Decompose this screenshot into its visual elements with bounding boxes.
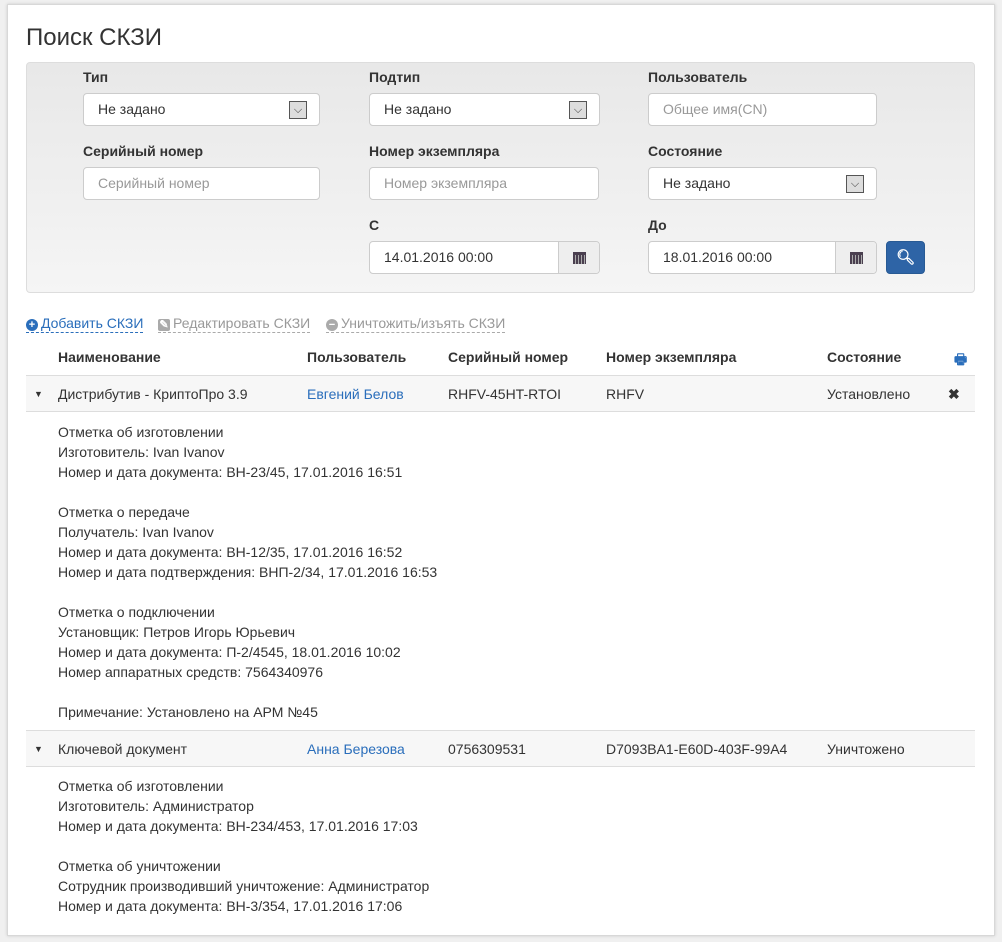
destroy-label: Уничтожить/изъять СКЗИ xyxy=(341,315,506,331)
detail-line: Номер и дата документа: ВН-234/453, 17.0… xyxy=(58,818,418,834)
detail-line: Получатель: Ivan Ivanov xyxy=(58,524,214,540)
chevron-down-icon: ⌵ xyxy=(846,175,864,193)
to-value: 18.01.2016 00:00 xyxy=(663,249,772,265)
header-name[interactable]: Наименование xyxy=(58,349,161,365)
type-select[interactable]: Не задано ⌵ xyxy=(83,93,320,126)
detail-line: Сотрудник производивший уничтожение: Адм… xyxy=(58,878,430,894)
detail-line: Изготовитель: Администратор xyxy=(58,798,254,814)
calendar-icon xyxy=(572,252,586,264)
detail-line: Отметка об изготовлении xyxy=(58,778,224,794)
edit-label: Редактировать СКЗИ xyxy=(173,315,311,331)
serial-label: Серийный номер xyxy=(83,143,204,159)
row-user-link[interactable]: Евгений Белов xyxy=(307,386,404,402)
subtype-label: Подтип xyxy=(369,69,421,85)
serial-placeholder: Серийный номер xyxy=(98,175,210,191)
detail-line: Примечание: Установлено на АРМ №45 xyxy=(58,704,318,720)
add-label: Добавить СКЗИ xyxy=(41,315,144,331)
to-label: До xyxy=(648,217,667,233)
from-date-input[interactable]: 14.01.2016 00:00 xyxy=(369,241,600,274)
calendar-icon xyxy=(849,252,863,264)
row-details: Отметка об изготовлении Изготовитель: Iva… xyxy=(58,422,437,722)
row-instance: D7093BA1-E60D-403F-99A4 xyxy=(606,741,788,757)
subtype-select[interactable]: Не задано ⌵ xyxy=(369,93,600,126)
row-state: Уничтожено xyxy=(827,741,905,757)
detail-line: Номер аппаратных средств: 7564340976 xyxy=(58,664,324,680)
add-button[interactable]: + Добавить СКЗИ xyxy=(26,315,144,333)
user-placeholder: Общее имя(CN) xyxy=(663,101,768,117)
state-value: Не задано xyxy=(663,175,731,191)
row-name: Ключевой документ xyxy=(58,741,188,757)
instance-input[interactable]: Номер экземпляра xyxy=(369,167,599,200)
state-label: Состояние xyxy=(648,143,723,159)
detail-line xyxy=(58,836,429,856)
serial-input[interactable]: Серийный номер xyxy=(83,167,320,200)
detail-line xyxy=(58,682,437,702)
print-icon[interactable]: 🖶︎ xyxy=(954,349,967,373)
caret-down-icon[interactable]: ▼ xyxy=(34,744,43,754)
table-row[interactable]: ▼ Дистрибутив - КриптоПро 3.9 Евгений Бе… xyxy=(26,375,975,412)
detail-line: Отметка о передаче xyxy=(58,504,190,520)
table-row[interactable]: ▼ Ключевой документ Анна Березова 075630… xyxy=(26,730,975,767)
row-name: Дистрибутив - КриптоПро 3.9 xyxy=(58,386,248,402)
state-select[interactable]: Не задано ⌵ xyxy=(648,167,877,200)
detail-line: Номер и дата документа: ВН-23/45, 17.01.… xyxy=(58,464,403,480)
destroy-button[interactable]: − Уничтожить/изъять СКЗИ xyxy=(326,315,506,333)
to-date-input[interactable]: 18.01.2016 00:00 xyxy=(648,241,877,274)
chevron-down-icon: ⌵ xyxy=(569,101,587,119)
minus-circle-icon: − xyxy=(326,319,338,331)
plus-circle-icon: + xyxy=(26,319,38,331)
search-button[interactable]: 🔍︎ xyxy=(886,241,925,274)
detail-line xyxy=(58,482,437,502)
row-details: Отметка об изготовлении Изготовитель: Адм… xyxy=(58,776,429,916)
from-value: 14.01.2016 00:00 xyxy=(384,249,493,265)
edit-button[interactable]: ✎ Редактировать СКЗИ xyxy=(158,315,311,333)
detail-line: Установщик: Петров Игорь Юрьевич xyxy=(58,624,296,640)
type-label: Тип xyxy=(83,69,109,85)
detail-line: Отметка об уничтожении xyxy=(58,858,221,874)
page-title: Поиск СКЗИ xyxy=(26,24,162,51)
from-label: С xyxy=(369,217,380,233)
row-user-link[interactable]: Анна Березова xyxy=(307,741,405,757)
type-value: Не задано xyxy=(98,101,166,117)
user-input[interactable]: Общее имя(CN) xyxy=(648,93,877,126)
row-state: Установлено xyxy=(827,386,911,402)
detail-line xyxy=(58,582,437,602)
search-icon: 🔍︎ xyxy=(895,249,916,266)
instance-label: Номер экземпляра xyxy=(369,143,500,159)
row-serial: 0756309531 xyxy=(448,741,526,757)
detail-line: Номер и дата документа: ВН-3/354, 17.01.… xyxy=(58,898,403,914)
from-calendar-button[interactable] xyxy=(558,242,599,273)
row-instance: RHFV xyxy=(606,386,645,402)
close-icon[interactable]: ✖ xyxy=(948,386,960,403)
instance-placeholder: Номер экземпляра xyxy=(384,175,507,191)
header-state[interactable]: Состояние xyxy=(827,349,901,365)
header-user[interactable]: Пользователь xyxy=(307,349,406,365)
detail-line: Номер и дата документа: П-2/4545, 18.01.… xyxy=(58,644,401,660)
caret-down-icon[interactable]: ▼ xyxy=(34,389,43,399)
detail-line: Номер и дата подтверждения: ВНП-2/34, 17… xyxy=(58,564,438,580)
detail-line: Отметка об изготовлении xyxy=(58,424,224,440)
edit-icon: ✎ xyxy=(158,319,170,331)
header-serial[interactable]: Серийный номер xyxy=(448,349,568,365)
subtype-value: Не задано xyxy=(384,101,452,117)
detail-line: Изготовитель: Ivan Ivanov xyxy=(58,444,225,460)
row-serial: RHFV-45HT-RTOI xyxy=(448,386,562,402)
header-instance[interactable]: Номер экземпляра xyxy=(606,349,736,365)
detail-line: Номер и дата документа: ВН-12/35, 17.01.… xyxy=(58,544,403,560)
chevron-down-icon: ⌵ xyxy=(289,101,307,119)
to-calendar-button[interactable] xyxy=(835,242,876,273)
detail-line: Отметка о подключении xyxy=(58,604,215,620)
user-label: Пользователь xyxy=(648,69,748,85)
